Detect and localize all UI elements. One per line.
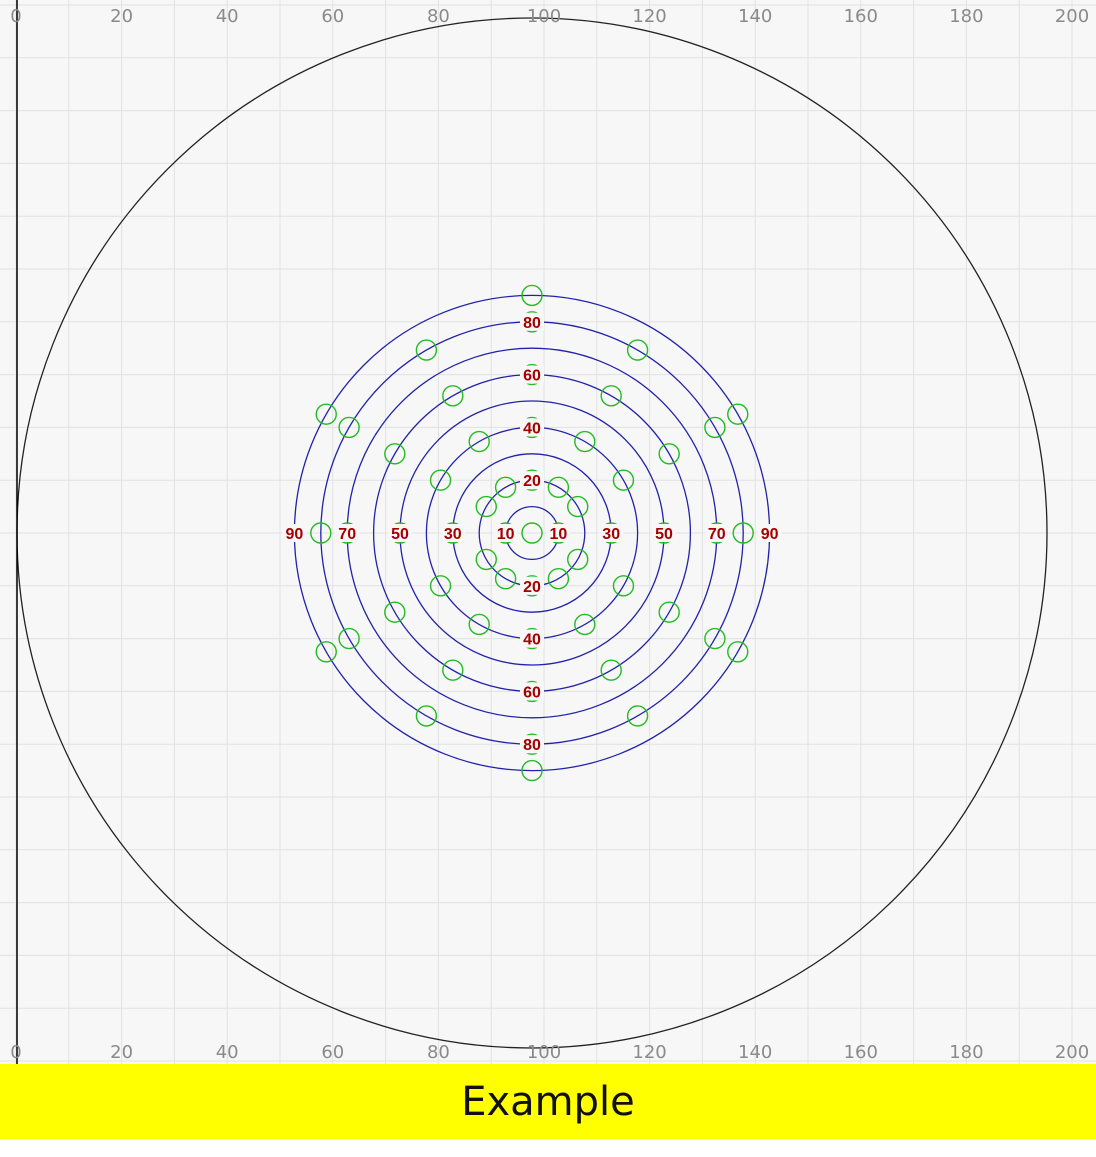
tick-label-top: 0 [10, 6, 21, 27]
ring-label-top-60: 60 [523, 368, 541, 385]
ring-label-left-10: 10 [497, 526, 515, 543]
tick-label-bottom: 100 [527, 1042, 561, 1063]
tick-label-top: 60 [321, 6, 344, 27]
tick-label-bottom: 80 [427, 1042, 450, 1063]
tick-label-bottom: 60 [321, 1042, 344, 1063]
tick-label-bottom: 40 [216, 1042, 239, 1063]
ring-label-bottom-60: 60 [523, 684, 541, 701]
ring-label-left-90: 90 [286, 526, 304, 543]
ring-label-left-70: 70 [338, 526, 356, 543]
tick-label-top: 40 [216, 6, 239, 27]
tick-label-top: 80 [427, 6, 450, 27]
ring-label-right-30: 30 [602, 526, 620, 543]
tick-label-top: 120 [632, 6, 666, 27]
tick-label-top: 200 [1055, 6, 1089, 27]
tick-label-bottom: 180 [949, 1042, 983, 1063]
ring-label-right-70: 70 [708, 526, 726, 543]
ring-label-right-10: 10 [550, 526, 568, 543]
ring-label-left-30: 30 [444, 526, 462, 543]
tick-label-bottom: 0 [10, 1042, 21, 1063]
ring-label-bottom-40: 40 [523, 632, 541, 649]
ring-label-left-50: 50 [391, 526, 409, 543]
banner-text: Example [461, 1078, 635, 1125]
example-banner: Example [0, 1064, 1096, 1139]
tick-label-top: 140 [738, 6, 772, 27]
ring-label-top-80: 80 [523, 315, 541, 332]
ring-label-right-50: 50 [655, 526, 673, 543]
ring-diagram: 10 10 20 20 30 30 40 40 50 50 60 60 70 70 80 80 90 90 0 0 2… [0, 0, 1096, 1064]
tick-label-bottom: 20 [110, 1042, 133, 1063]
tick-label-bottom: 120 [632, 1042, 666, 1063]
tick-label-bottom: 160 [844, 1042, 878, 1063]
diagram-canvas: 10 10 20 20 30 30 40 40 50 50 60 60 70 70 80 80 90 90 0 0 2… [0, 0, 1096, 1064]
tick-label-bottom: 200 [1055, 1042, 1089, 1063]
tick-label-top: 20 [110, 6, 133, 27]
tick-label-bottom: 140 [738, 1042, 772, 1063]
ring-label-bottom-20: 20 [523, 579, 541, 596]
ring-label-top-20: 20 [523, 473, 541, 490]
tick-label-top: 180 [949, 6, 983, 27]
tick-label-top: 100 [527, 6, 561, 27]
tick-label-top: 160 [844, 6, 878, 27]
ring-label-top-40: 40 [523, 420, 541, 437]
ring-label-bottom-80: 80 [523, 737, 541, 754]
ring-label-right-90: 90 [761, 526, 779, 543]
